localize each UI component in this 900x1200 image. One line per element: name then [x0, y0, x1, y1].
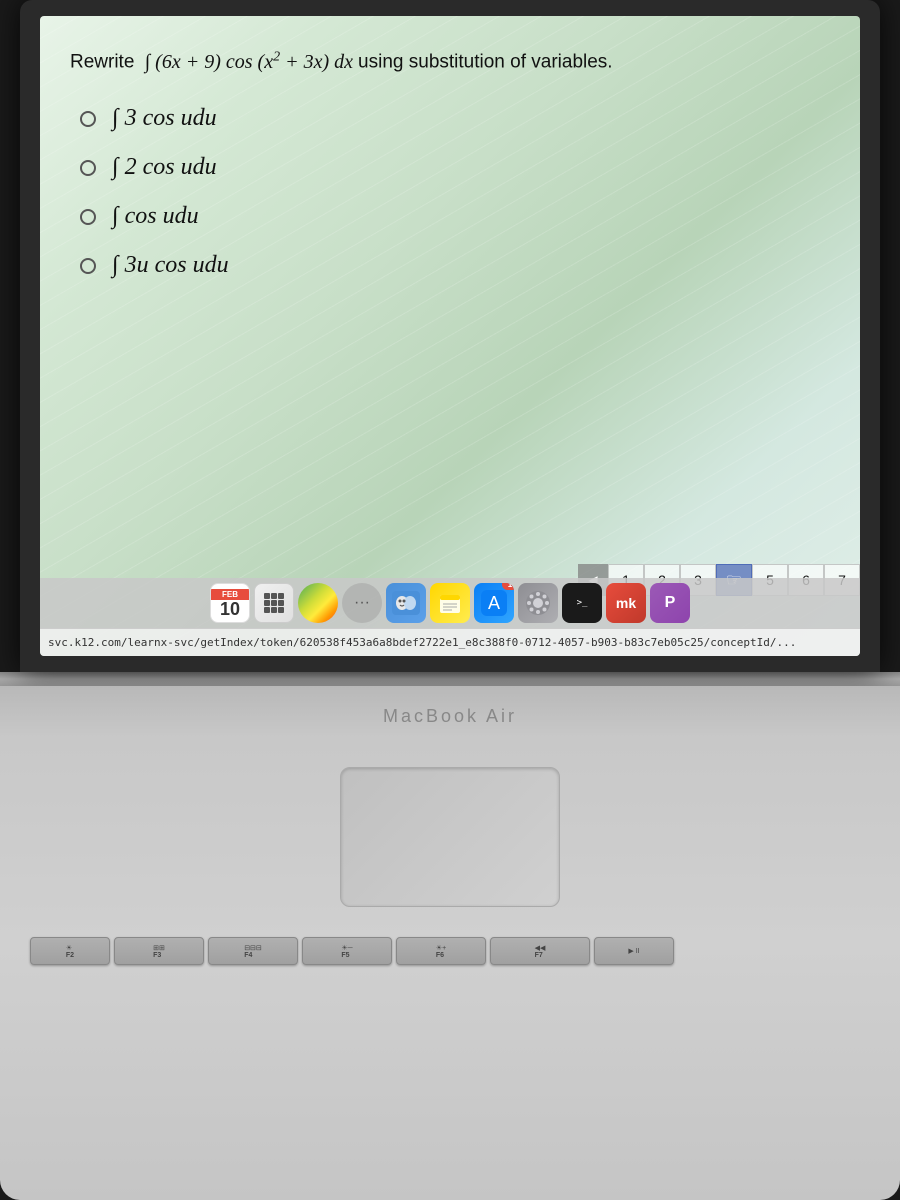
dock-appstore-icon[interactable]: A 1 — [474, 583, 514, 623]
question: Rewrite ∫ (6x + 9) cos (x2 + 3x) dx usin… — [70, 46, 830, 77]
content-area: Rewrite ∫ (6x + 9) cos (x2 + 3x) dx usin… — [40, 16, 860, 656]
dock-purple-p-icon[interactable]: P — [650, 583, 690, 623]
option-c-math: ∫ cos udu — [112, 203, 199, 230]
dock-notes-icon[interactable] — [430, 583, 470, 623]
radio-a[interactable] — [80, 111, 96, 127]
option-d-math: ∫ 3u cos udu — [112, 252, 229, 279]
terminal-label: >_ — [577, 598, 588, 608]
laptop-body: MacBook Air ☀ F2 ⊞⊞ F3 — [0, 686, 900, 1200]
url-text: svc.k12.com/learnx-svc/getIndex/token/62… — [48, 636, 796, 649]
option-d[interactable]: ∫ 3u cos udu — [80, 252, 830, 279]
radio-c[interactable] — [80, 209, 96, 225]
dock-area: FEB 10 — [40, 578, 860, 628]
option-a-math: ∫ 3 cos udu — [112, 105, 217, 132]
trackpad[interactable] — [340, 767, 560, 907]
f4-key[interactable]: ⊟⊟⊟ F4 — [208, 937, 298, 965]
f5-key[interactable]: ☀─ F5 — [302, 937, 392, 965]
dock-terminal-icon[interactable]: >_ — [562, 583, 602, 623]
calendar-month: FEB — [211, 589, 249, 600]
radio-d[interactable] — [80, 258, 96, 274]
question-prefix: Rewrite — [70, 52, 134, 73]
question-suffix: using substitution of variables. — [358, 52, 613, 73]
question-math: ∫ (6x + 9) cos (x2 + 3x) dx — [140, 51, 358, 73]
mk-label: mk — [616, 595, 636, 611]
dock-mk-icon[interactable]: mk — [606, 583, 646, 623]
radio-b[interactable] — [80, 160, 96, 176]
screen-bezel: Rewrite ∫ (6x + 9) cos (x2 + 3x) dx usin… — [20, 0, 880, 672]
purple-p-label: P — [665, 594, 676, 612]
laptop-hinge — [0, 672, 900, 686]
dock-finder-icon[interactable] — [386, 583, 426, 623]
svg-text:A: A — [488, 593, 500, 613]
calendar-day: 10 — [220, 600, 240, 618]
f3-key[interactable]: ⊞⊞ F3 — [114, 937, 204, 965]
play-pause-key[interactable]: ▶ II — [594, 937, 674, 965]
laptop-outer: Rewrite ∫ (6x + 9) cos (x2 + 3x) dx usin… — [0, 0, 900, 1200]
dock-more-icon[interactable]: ··· — [342, 583, 382, 623]
option-c[interactable]: ∫ cos udu — [80, 203, 830, 230]
option-a[interactable]: ∫ 3 cos udu — [80, 105, 830, 132]
f6-key[interactable]: ☀+ F6 — [396, 937, 486, 965]
dock-calendar-icon[interactable]: FEB 10 — [210, 583, 250, 623]
url-bar: svc.k12.com/learnx-svc/getIndex/token/62… — [40, 628, 860, 656]
dock-appstore-badge: 1 — [502, 583, 514, 590]
macbook-air-label: MacBook Air — [383, 706, 517, 727]
screen: Rewrite ∫ (6x + 9) cos (x2 + 3x) dx usin… — [40, 16, 860, 656]
f2-key[interactable]: ☀ F2 — [30, 937, 110, 965]
option-b[interactable]: ∫ 2 cos udu — [80, 154, 830, 181]
f7-key[interactable]: ◀◀ F7 — [490, 937, 590, 965]
dock-systemprefs-icon[interactable] — [518, 583, 558, 623]
dock-photos-icon[interactable] — [298, 583, 338, 623]
keyboard-area: ☀ F2 ⊞⊞ F3 ⊟⊟⊟ F4 — [30, 937, 870, 969]
option-b-math: ∫ 2 cos udu — [112, 154, 217, 181]
fn-key-row: ☀ F2 ⊞⊞ F3 ⊟⊟⊟ F4 — [30, 937, 870, 965]
options-container: ∫ 3 cos udu ∫ 2 cos udu ∫ cos udu ∫ 3u c… — [80, 105, 830, 279]
dock-launchpad-icon[interactable] — [254, 583, 294, 623]
